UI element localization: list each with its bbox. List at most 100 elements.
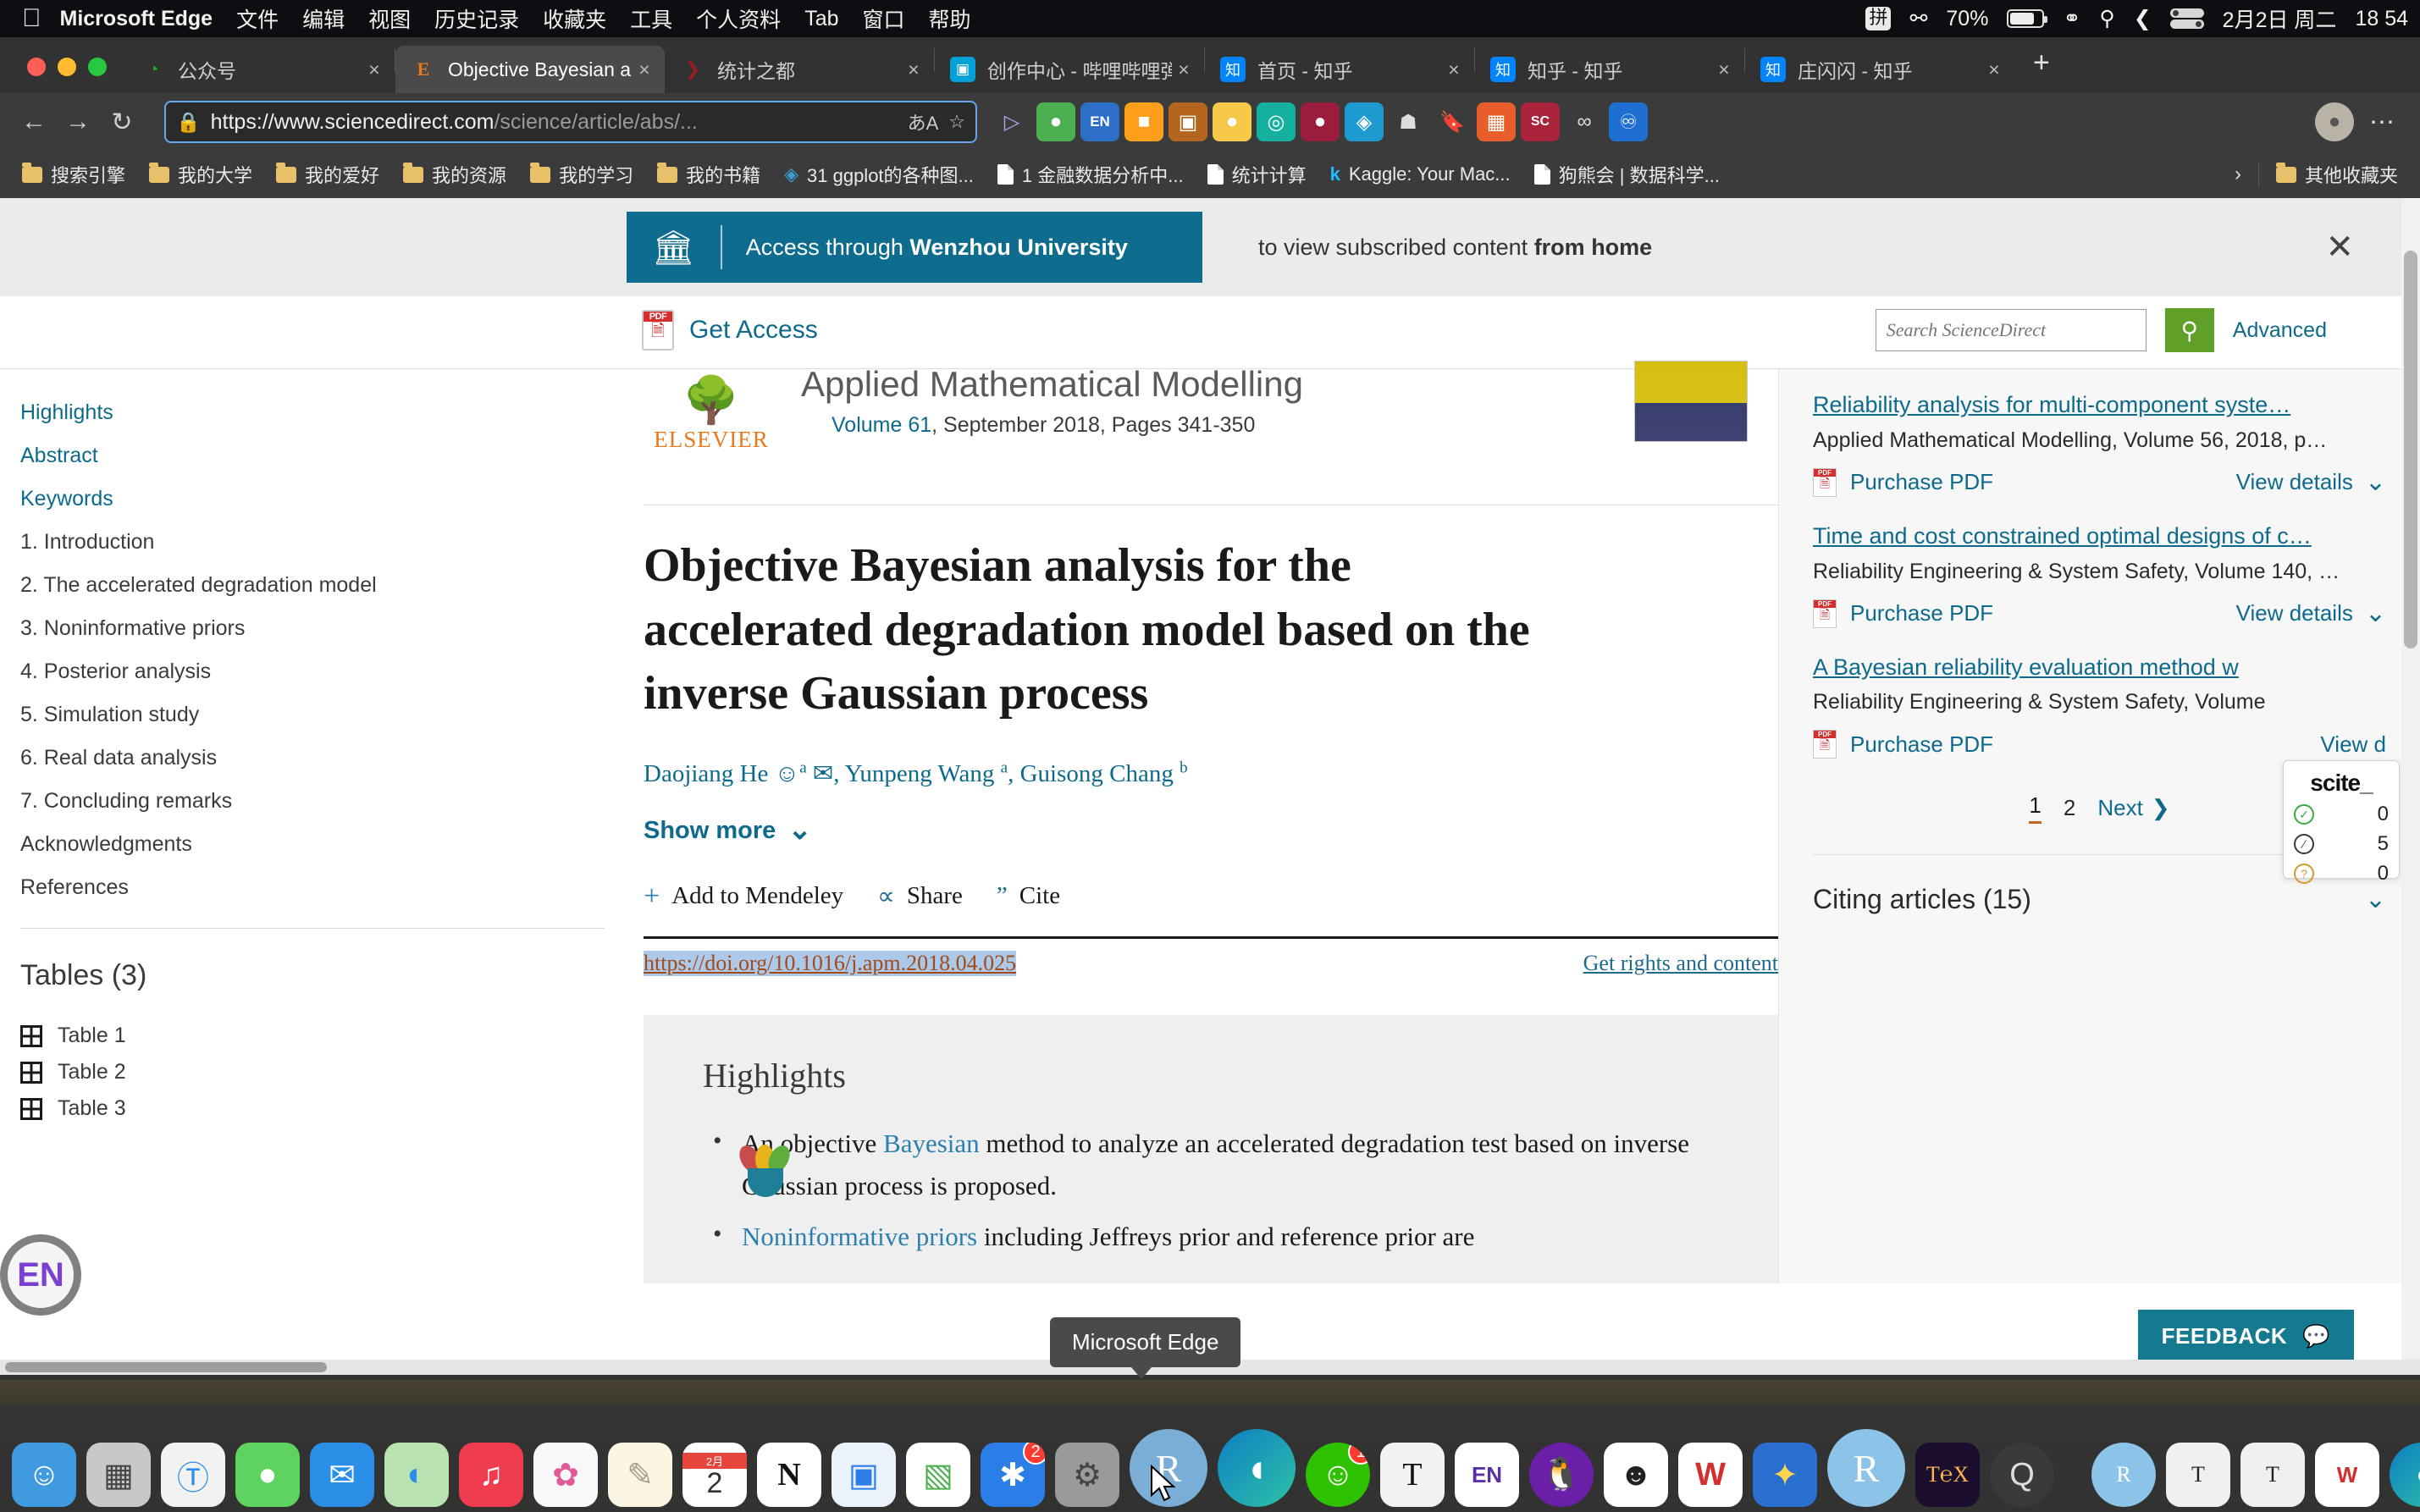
- next-page-button[interactable]: Next ❯: [2097, 795, 2169, 821]
- dock-item-photos[interactable]: ✿: [533, 1443, 598, 1507]
- extension-endnote-icon[interactable]: EN: [1080, 102, 1119, 141]
- dock-item-safari[interactable]: Ⓣ: [161, 1443, 225, 1507]
- highlight-link[interactable]: Bayesian: [883, 1128, 980, 1158]
- menu-view[interactable]: 视图: [368, 3, 411, 34]
- menu-history[interactable]: 历史记录: [434, 3, 519, 34]
- tab-6[interactable]: 知 庄闪闪 - 知乎 ×: [1745, 46, 2014, 93]
- show-more-button[interactable]: Show more ⌄: [644, 788, 1778, 845]
- bookmark-10[interactable]: 狗熊会 | 数据科学...: [1524, 156, 1730, 193]
- journal-cover-image[interactable]: [1634, 361, 1748, 442]
- purchase-pdf-button[interactable]: Purchase PDF: [1813, 599, 1993, 628]
- profile-avatar[interactable]: ●: [2315, 102, 2354, 141]
- bookmark-0[interactable]: 搜索引擎: [12, 156, 135, 193]
- recommended-title[interactable]: A Bayesian reliability evaluation method…: [1813, 654, 2239, 680]
- maximize-window-button[interactable]: [88, 58, 107, 76]
- chevron-left-icon[interactable]: ❮: [2134, 6, 2152, 31]
- translate-icon[interactable]: あA: [908, 108, 939, 135]
- tab-close-icon[interactable]: ×: [1442, 58, 1466, 81]
- bookmark-6[interactable]: ◈ 31 ggplot的各种图...: [774, 156, 984, 193]
- dock-item-xmind[interactable]: ☻: [1604, 1443, 1668, 1507]
- purchase-pdf-button[interactable]: Purchase PDF: [1813, 730, 1993, 759]
- toc-item-acknowledgments[interactable]: Acknowledgments: [20, 823, 610, 866]
- bluetooth-icon[interactable]: ⚯: [1909, 6, 1927, 31]
- bookmark-8[interactable]: 统计计算: [1197, 156, 1317, 193]
- tab-0[interactable]: ◔ 公众号 ×: [125, 46, 395, 93]
- extension-grammar-icon[interactable]: ◎: [1257, 102, 1296, 141]
- author-2[interactable]: , Yunpeng Wang: [833, 760, 1000, 787]
- table-link-2[interactable]: Table 2: [20, 1054, 610, 1090]
- scrollbar-thumb[interactable]: [2404, 251, 2417, 648]
- toc-item-noninformative-priors[interactable]: 3. Noninformative priors: [20, 607, 610, 650]
- reload-button[interactable]: ↻: [102, 102, 142, 142]
- menu-tools[interactable]: 工具: [630, 3, 672, 34]
- dock-item-numbers[interactable]: ▧: [906, 1443, 970, 1507]
- tab-2[interactable]: ❯ 统计之都 ×: [665, 46, 934, 93]
- toc-item-posterior-analysis[interactable]: 4. Posterior analysis: [20, 650, 610, 693]
- dock-item-notes[interactable]: ✎: [608, 1443, 672, 1507]
- menu-tab[interactable]: Tab: [804, 7, 838, 31]
- dock-item-notion[interactable]: N: [757, 1443, 821, 1507]
- menu-edit[interactable]: 编辑: [302, 3, 345, 34]
- tab-close-icon[interactable]: ×: [633, 58, 656, 81]
- input-method-floating-indicator[interactable]: EN: [0, 1234, 81, 1316]
- view-details-button[interactable]: View d: [2320, 731, 2386, 758]
- dock-minimized-tex-1[interactable]: T: [2166, 1443, 2230, 1507]
- bookmark-5[interactable]: 我的书籍: [647, 156, 771, 193]
- bookmark-2[interactable]: 我的爱好: [266, 156, 390, 193]
- dock-item-mail[interactable]: ✉: [310, 1443, 374, 1507]
- toc-item-introduction[interactable]: 1. Introduction: [20, 521, 610, 564]
- toc-item-references[interactable]: References: [20, 866, 610, 909]
- author-3[interactable]: , Guisong Chang: [1008, 760, 1180, 787]
- bookmarks-overflow-icon[interactable]: ›: [2224, 163, 2251, 186]
- close-window-button[interactable]: [27, 58, 46, 76]
- tab-3[interactable]: ▣ 创作中心 - 哔哩哔哩弹 ×: [935, 46, 1204, 93]
- search-button[interactable]: ⚲: [2164, 308, 2214, 352]
- add-to-mendeley-button[interactable]: + Add to Mendeley: [644, 880, 843, 913]
- vertical-scrollbar[interactable]: [2401, 198, 2420, 1375]
- purchase-pdf-button[interactable]: Purchase PDF: [1813, 467, 1993, 497]
- extension-wechat-icon[interactable]: ●: [1036, 102, 1075, 141]
- feedback-button[interactable]: FEEDBACK 💬: [2137, 1310, 2354, 1363]
- dock-item-r-daily[interactable]: R: [1827, 1429, 1905, 1507]
- toc-item-keywords[interactable]: Keywords: [20, 477, 610, 521]
- extension-adblock-icon[interactable]: ◈: [1345, 102, 1384, 141]
- dock-item-wechat[interactable]: ☺ 1: [1306, 1443, 1370, 1507]
- dock-item-endnote[interactable]: EN: [1455, 1443, 1519, 1507]
- minimize-window-button[interactable]: [58, 58, 76, 76]
- tab-close-icon[interactable]: ×: [902, 58, 925, 81]
- address-bar[interactable]: 🔒 https://www.sciencedirect.com/science/…: [164, 101, 977, 143]
- scite-badge-widget[interactable]: scite_ ✓ 0 ∕ 5 ? 0: [2283, 760, 2400, 885]
- dock-item-messages[interactable]: ●: [235, 1443, 300, 1507]
- toc-item-concluding-remarks[interactable]: 7. Concluding remarks: [20, 780, 610, 823]
- extension-translate-icon[interactable]: ●: [1213, 102, 1251, 141]
- highlight-link[interactable]: Noninformative priors: [742, 1222, 977, 1251]
- favorites-bar-icon[interactable]: 🔖: [1433, 102, 1472, 141]
- dock-item-finder[interactable]: ☺: [12, 1443, 76, 1507]
- dock-item-ccleaner[interactable]: ✦: [1753, 1443, 1817, 1507]
- extension-sync-icon[interactable]: ♾: [1609, 102, 1648, 141]
- control-center-icon[interactable]: [2169, 8, 2204, 29]
- spotlight-search-icon[interactable]: ⚲: [2099, 6, 2114, 31]
- input-method-icon[interactable]: 拼: [1865, 6, 1892, 31]
- close-icon[interactable]: ✕: [2325, 228, 2354, 267]
- page-2-button[interactable]: 2: [2064, 795, 2075, 821]
- bookmark-3[interactable]: 我的资源: [393, 156, 517, 193]
- author-1[interactable]: Daojiang He: [644, 760, 768, 787]
- dock-item-maps[interactable]: ◐: [384, 1443, 449, 1507]
- toc-item-simulation-study[interactable]: 5. Simulation study: [20, 693, 610, 737]
- recommended-title[interactable]: Reliability analysis for multi-component…: [1813, 392, 2290, 417]
- toc-item-abstract[interactable]: Abstract: [20, 434, 610, 477]
- dock-item-wps[interactable]: W: [1678, 1443, 1743, 1507]
- extension-pdf-icon[interactable]: ■: [1124, 102, 1163, 141]
- dock-item-github[interactable]: 🐧: [1529, 1443, 1594, 1507]
- dock-item-texshop[interactable]: T: [1380, 1443, 1445, 1507]
- tab-close-icon[interactable]: ×: [1712, 58, 1736, 81]
- page-1-button[interactable]: 1: [2029, 792, 2042, 825]
- cite-button[interactable]: ” Cite: [997, 882, 1060, 910]
- advanced-search-link[interactable]: Advanced: [2233, 318, 2327, 343]
- tab-close-icon[interactable]: ×: [1982, 58, 2006, 81]
- extension-pocket-icon[interactable]: ☗: [1389, 102, 1428, 141]
- dock-item-keynote[interactable]: ▣: [832, 1443, 896, 1507]
- dock-item-quicktime[interactable]: Q: [1990, 1443, 2054, 1507]
- share-button[interactable]: ∝ Share: [877, 881, 963, 911]
